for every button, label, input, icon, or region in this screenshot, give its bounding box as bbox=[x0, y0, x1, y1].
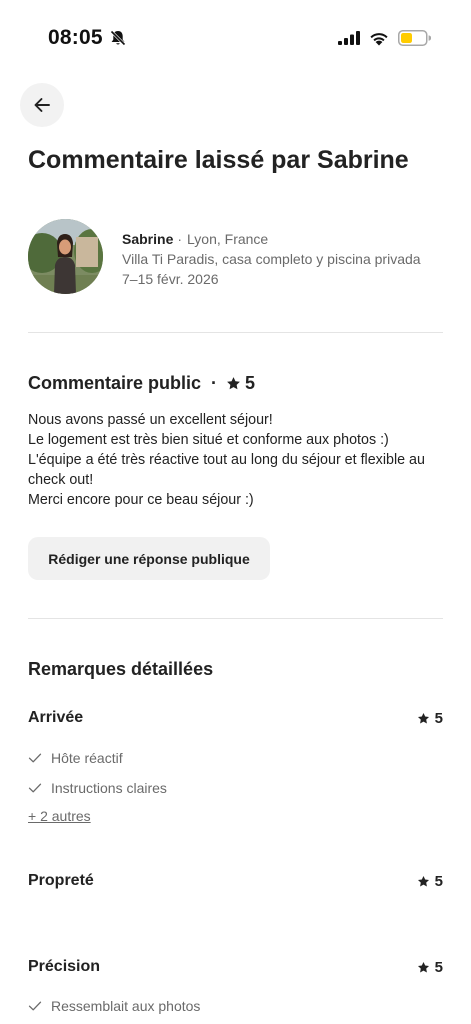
wifi-icon bbox=[370, 32, 388, 45]
arrow-left-icon bbox=[34, 98, 50, 112]
review-line: check out! bbox=[28, 472, 94, 488]
back-button[interactable] bbox=[20, 83, 64, 127]
cellular-signal-icon bbox=[338, 31, 360, 45]
divider bbox=[28, 618, 443, 619]
check-icon bbox=[28, 783, 42, 793]
listing-name: Villa Ti Paradis, casa completo y piscin… bbox=[122, 251, 421, 267]
public-review-heading: Commentaire public · 5 bbox=[28, 373, 255, 394]
public-review-title: Commentaire public bbox=[28, 373, 202, 393]
review-text: Nous avons passé un excellent séjour! Le… bbox=[28, 410, 448, 510]
category-rating: 5 bbox=[417, 873, 443, 890]
star-icon bbox=[227, 377, 240, 390]
feedback-item-label: Hôte réactif bbox=[51, 750, 123, 766]
show-more-link[interactable]: + 2 autres bbox=[28, 808, 91, 824]
page-title: Commentaire laissé par Sabrine bbox=[28, 146, 409, 174]
public-review-rating: 5 bbox=[245, 373, 256, 393]
star-icon bbox=[417, 875, 429, 886]
write-public-reply-button[interactable]: Rédiger une réponse publique bbox=[28, 537, 270, 580]
review-line: Le logement est très bien situé et confo… bbox=[28, 432, 389, 448]
stay-dates: 7–15 févr. 2026 bbox=[122, 271, 219, 287]
category-row-cleanliness: Propreté 5 bbox=[28, 872, 443, 890]
separator-dot: · bbox=[177, 231, 183, 247]
category-name: Arrivée bbox=[28, 709, 84, 726]
category-rating-value: 5 bbox=[434, 958, 443, 976]
guest-name[interactable]: Sabrine bbox=[122, 231, 173, 247]
guest-avatar[interactable] bbox=[28, 219, 103, 294]
guest-info: Sabrine · Lyon, France Villa Ti Paradis, c… bbox=[122, 229, 421, 289]
category-rating: 5 bbox=[417, 959, 443, 976]
feedback-item: Instructions claires bbox=[28, 780, 167, 796]
category-name: Précision bbox=[28, 958, 101, 975]
detailed-feedback-heading: Remarques détaillées bbox=[28, 659, 214, 679]
feedback-item: Ressemblait aux photos bbox=[28, 998, 200, 1014]
category-row-arrival: Arrivée 5 bbox=[28, 709, 443, 727]
star-icon bbox=[417, 961, 429, 972]
divider bbox=[28, 332, 443, 333]
feedback-item-label: Instructions claires bbox=[51, 780, 167, 796]
review-line: Nous avons passé un excellent séjour! bbox=[28, 412, 273, 428]
category-rating: 5 bbox=[417, 710, 443, 727]
category-rating-value: 5 bbox=[434, 709, 443, 727]
battery-icon bbox=[398, 30, 431, 46]
guest-name-line: Sabrine · Lyon, France bbox=[122, 229, 421, 249]
check-icon bbox=[28, 753, 42, 763]
category-row-accuracy: Précision 5 bbox=[28, 958, 443, 976]
separator-dot: · bbox=[211, 373, 218, 393]
guest-city: Lyon, France bbox=[187, 231, 269, 247]
feedback-item: Hôte réactif bbox=[28, 750, 123, 766]
review-line: L'équipe a été très réactive tout au lon… bbox=[28, 452, 425, 468]
category-rating-value: 5 bbox=[434, 872, 443, 890]
bell-slash-icon bbox=[110, 30, 126, 46]
review-line: Merci encore pour ce beau séjour :) bbox=[28, 492, 254, 508]
check-icon bbox=[28, 1001, 42, 1011]
star-icon bbox=[417, 712, 429, 723]
feedback-item-label: Ressemblait aux photos bbox=[51, 998, 201, 1014]
status-time: 08:05 bbox=[48, 26, 103, 49]
category-name: Propreté bbox=[28, 872, 94, 889]
avatar-photo bbox=[28, 219, 103, 294]
status-bar: 08:05 bbox=[0, 0, 471, 76]
